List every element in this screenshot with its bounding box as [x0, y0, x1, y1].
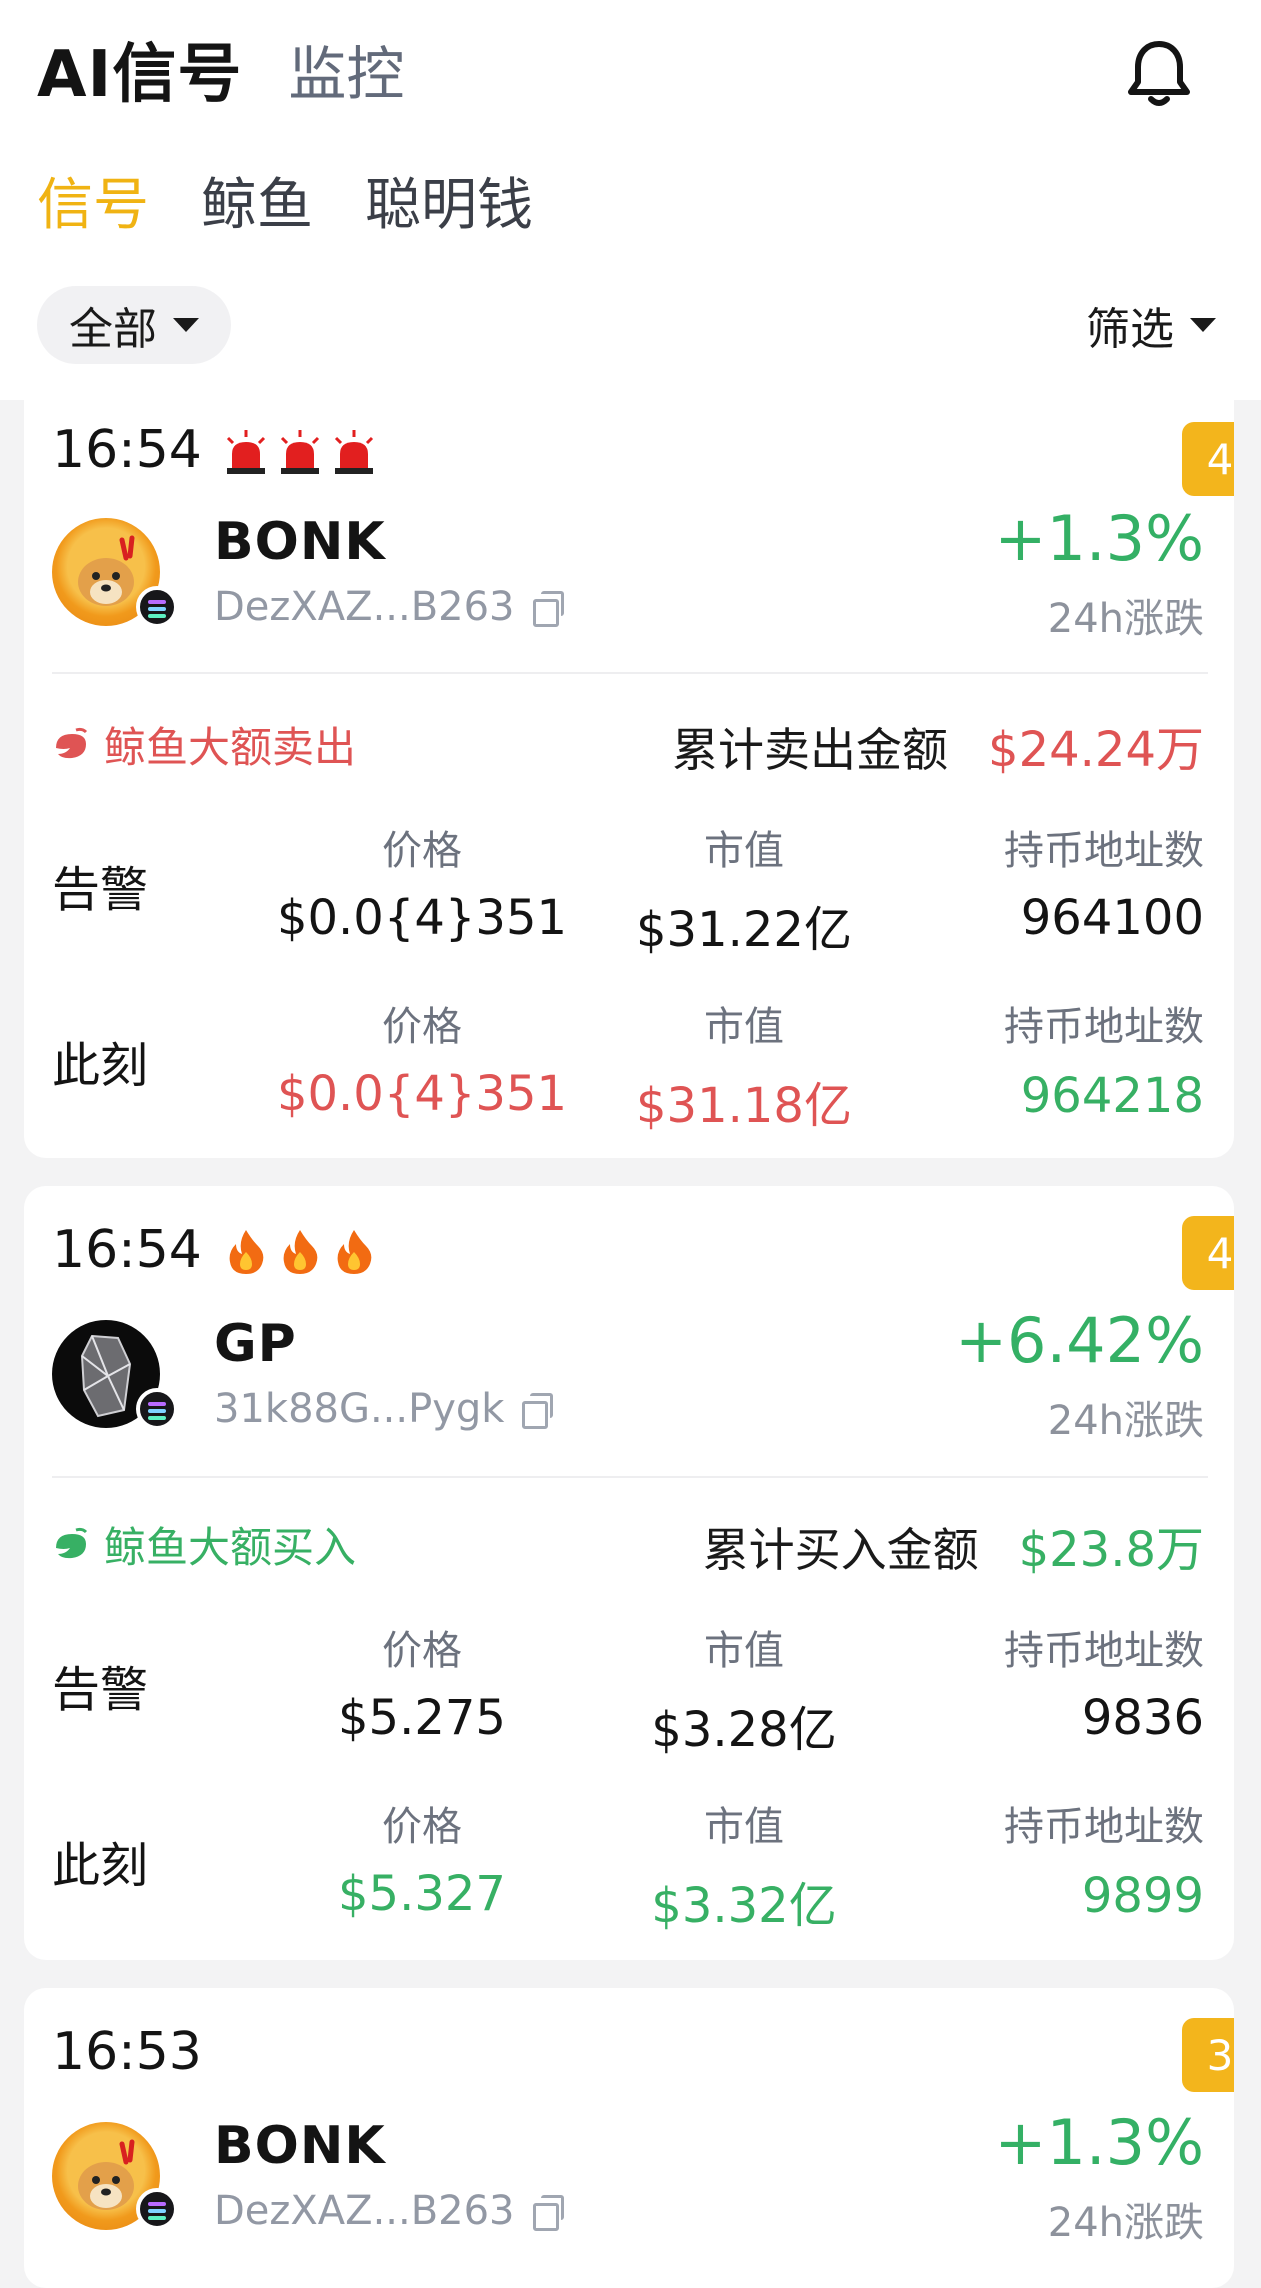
- tab-smart-money[interactable]: 聪明钱: [365, 160, 533, 241]
- now-mcap: $31.18亿: [636, 1078, 852, 1134]
- token-address-text: DezXAZ...B263: [214, 2188, 515, 2234]
- alert-price: $0.0{4}351: [276, 890, 568, 946]
- token-address[interactable]: 31k88G...Pygk: [214, 1386, 554, 1432]
- token-symbol: BONK: [214, 2116, 386, 2176]
- alert-holders: 9836: [1081, 1690, 1204, 1746]
- signal-time: 16:53: [52, 2022, 202, 2082]
- token-address-text: 31k88G...Pygk: [214, 1386, 505, 1432]
- signal-time: 16:54: [52, 1220, 202, 1280]
- signal-count-badge: 4: [1182, 1216, 1234, 1290]
- nav-monitor[interactable]: 监控: [288, 27, 404, 111]
- app-header: AI信号 监控 信号 鲸鱼 聪明钱 全部 筛选: [0, 0, 1261, 400]
- signal-card[interactable]: 3 16:53 BONK DezXAZ...B263 +1.3% 24h涨跌: [24, 1988, 1234, 2288]
- whale-icon: [56, 1527, 88, 1558]
- siren-icon: [226, 430, 266, 474]
- divider: [52, 1476, 1208, 1478]
- now-row-label: 此刻: [52, 1838, 149, 1894]
- filter-label: 筛选: [1086, 304, 1174, 355]
- signal-count-badge: 3: [1182, 2018, 1234, 2092]
- cumulative-amount: 累计卖出金额 $24.24万: [672, 710, 1204, 780]
- now-holders: 964218: [1020, 1068, 1204, 1124]
- holders-header: 持币地址数: [1004, 1628, 1204, 1674]
- copy-icon[interactable]: [532, 591, 564, 627]
- alert-mcap: $31.22亿: [636, 902, 852, 958]
- cumulative-amount: 累计买入金额 $23.8万: [703, 1510, 1204, 1580]
- whale-action: 鲸鱼大额买入: [52, 1514, 356, 1575]
- now-price: $5.327: [338, 1866, 506, 1922]
- price-header: 价格: [382, 1628, 462, 1674]
- siren-icon: [280, 430, 320, 474]
- cumulative-value: $23.8万: [1018, 1522, 1204, 1578]
- copy-icon[interactable]: [522, 1393, 554, 1429]
- mcap-header: 市值: [704, 1004, 784, 1050]
- price-change-label: 24h涨跌: [1047, 1398, 1204, 1444]
- tab-signal[interactable]: 信号: [37, 160, 149, 241]
- token-address[interactable]: DezXAZ...B263: [214, 584, 564, 630]
- cumulative-label: 累计买入金额: [702, 1523, 979, 1577]
- alert-mcap: $3.28亿: [651, 1702, 837, 1758]
- mcap-header: 市值: [704, 1628, 784, 1674]
- solana-chain-icon: [136, 1388, 178, 1430]
- token-symbol: GP: [214, 1314, 297, 1374]
- category-dropdown[interactable]: 全部: [37, 286, 231, 364]
- whale-action-label: 鲸鱼大额卖出: [104, 723, 357, 772]
- signal-time: 16:54: [52, 420, 202, 480]
- bell-icon[interactable]: [1124, 36, 1194, 110]
- alert-holders: 964100: [1020, 890, 1204, 946]
- signal-tabs: 信号 鲸鱼 聪明钱: [37, 160, 533, 241]
- caret-down-icon: [173, 318, 199, 332]
- cumulative-value: $24.24万: [988, 722, 1204, 778]
- signal-card[interactable]: 4 16:54 GP 31k88G...Pygk +6.42% 24h涨跌 鲸鱼…: [24, 1186, 1234, 1960]
- holders-header: 持币地址数: [1004, 828, 1204, 874]
- caret-down-icon: [1190, 318, 1216, 332]
- solana-chain-icon: [136, 2188, 178, 2230]
- price-change-label: 24h涨跌: [1047, 2200, 1204, 2246]
- alert-row-label: 告警: [52, 862, 149, 918]
- price-change: +1.3%: [994, 2106, 1204, 2179]
- divider: [52, 672, 1208, 674]
- whale-action: 鲸鱼大额卖出: [52, 714, 356, 775]
- token-address[interactable]: DezXAZ...B263: [214, 2188, 564, 2234]
- solana-chain-icon: [136, 586, 178, 628]
- filter-dropdown[interactable]: 筛选: [1086, 290, 1216, 360]
- token-address-text: DezXAZ...B263: [214, 584, 515, 630]
- fire-icon: [229, 1230, 264, 1274]
- now-row-label: 此刻: [52, 1038, 149, 1094]
- signal-card[interactable]: 4 16:54 BONK DezXAZ...B263 +1.3% 24h涨跌 鲸…: [24, 400, 1234, 1158]
- category-dropdown-label: 全部: [69, 304, 157, 355]
- holders-header: 持币地址数: [1004, 1804, 1204, 1850]
- fire-icons: [222, 1228, 378, 1276]
- title-row: AI信号 监控: [37, 24, 404, 114]
- token-symbol: BONK: [214, 512, 386, 572]
- mcap-header: 市值: [704, 1804, 784, 1850]
- fire-icon: [337, 1230, 372, 1274]
- now-mcap: $3.32亿: [651, 1878, 837, 1934]
- cumulative-label: 累计卖出金额: [672, 723, 949, 777]
- fire-icon: [283, 1230, 318, 1274]
- now-holders: 9899: [1081, 1868, 1204, 1924]
- tab-whale[interactable]: 鲸鱼: [201, 160, 313, 241]
- price-header: 价格: [382, 1004, 462, 1050]
- siren-icon: [334, 430, 374, 474]
- alert-price: $5.275: [338, 1690, 506, 1746]
- signal-count-badge: 4: [1182, 422, 1234, 496]
- whale-action-label: 鲸鱼大额买入: [104, 1523, 357, 1572]
- price-change: +6.42%: [955, 1304, 1204, 1377]
- page-title: AI信号: [37, 38, 243, 112]
- whale-icon: [56, 727, 88, 758]
- price-header: 价格: [382, 828, 462, 874]
- price-change-label: 24h涨跌: [1047, 596, 1204, 642]
- price-header: 价格: [382, 1804, 462, 1850]
- siren-icons: [222, 428, 378, 476]
- mcap-header: 市值: [704, 828, 784, 874]
- now-price: $0.0{4}351: [276, 1066, 568, 1122]
- alert-row-label: 告警: [52, 1662, 149, 1718]
- holders-header: 持币地址数: [1004, 1004, 1204, 1050]
- price-change: +1.3%: [994, 502, 1204, 575]
- copy-icon[interactable]: [532, 2195, 564, 2231]
